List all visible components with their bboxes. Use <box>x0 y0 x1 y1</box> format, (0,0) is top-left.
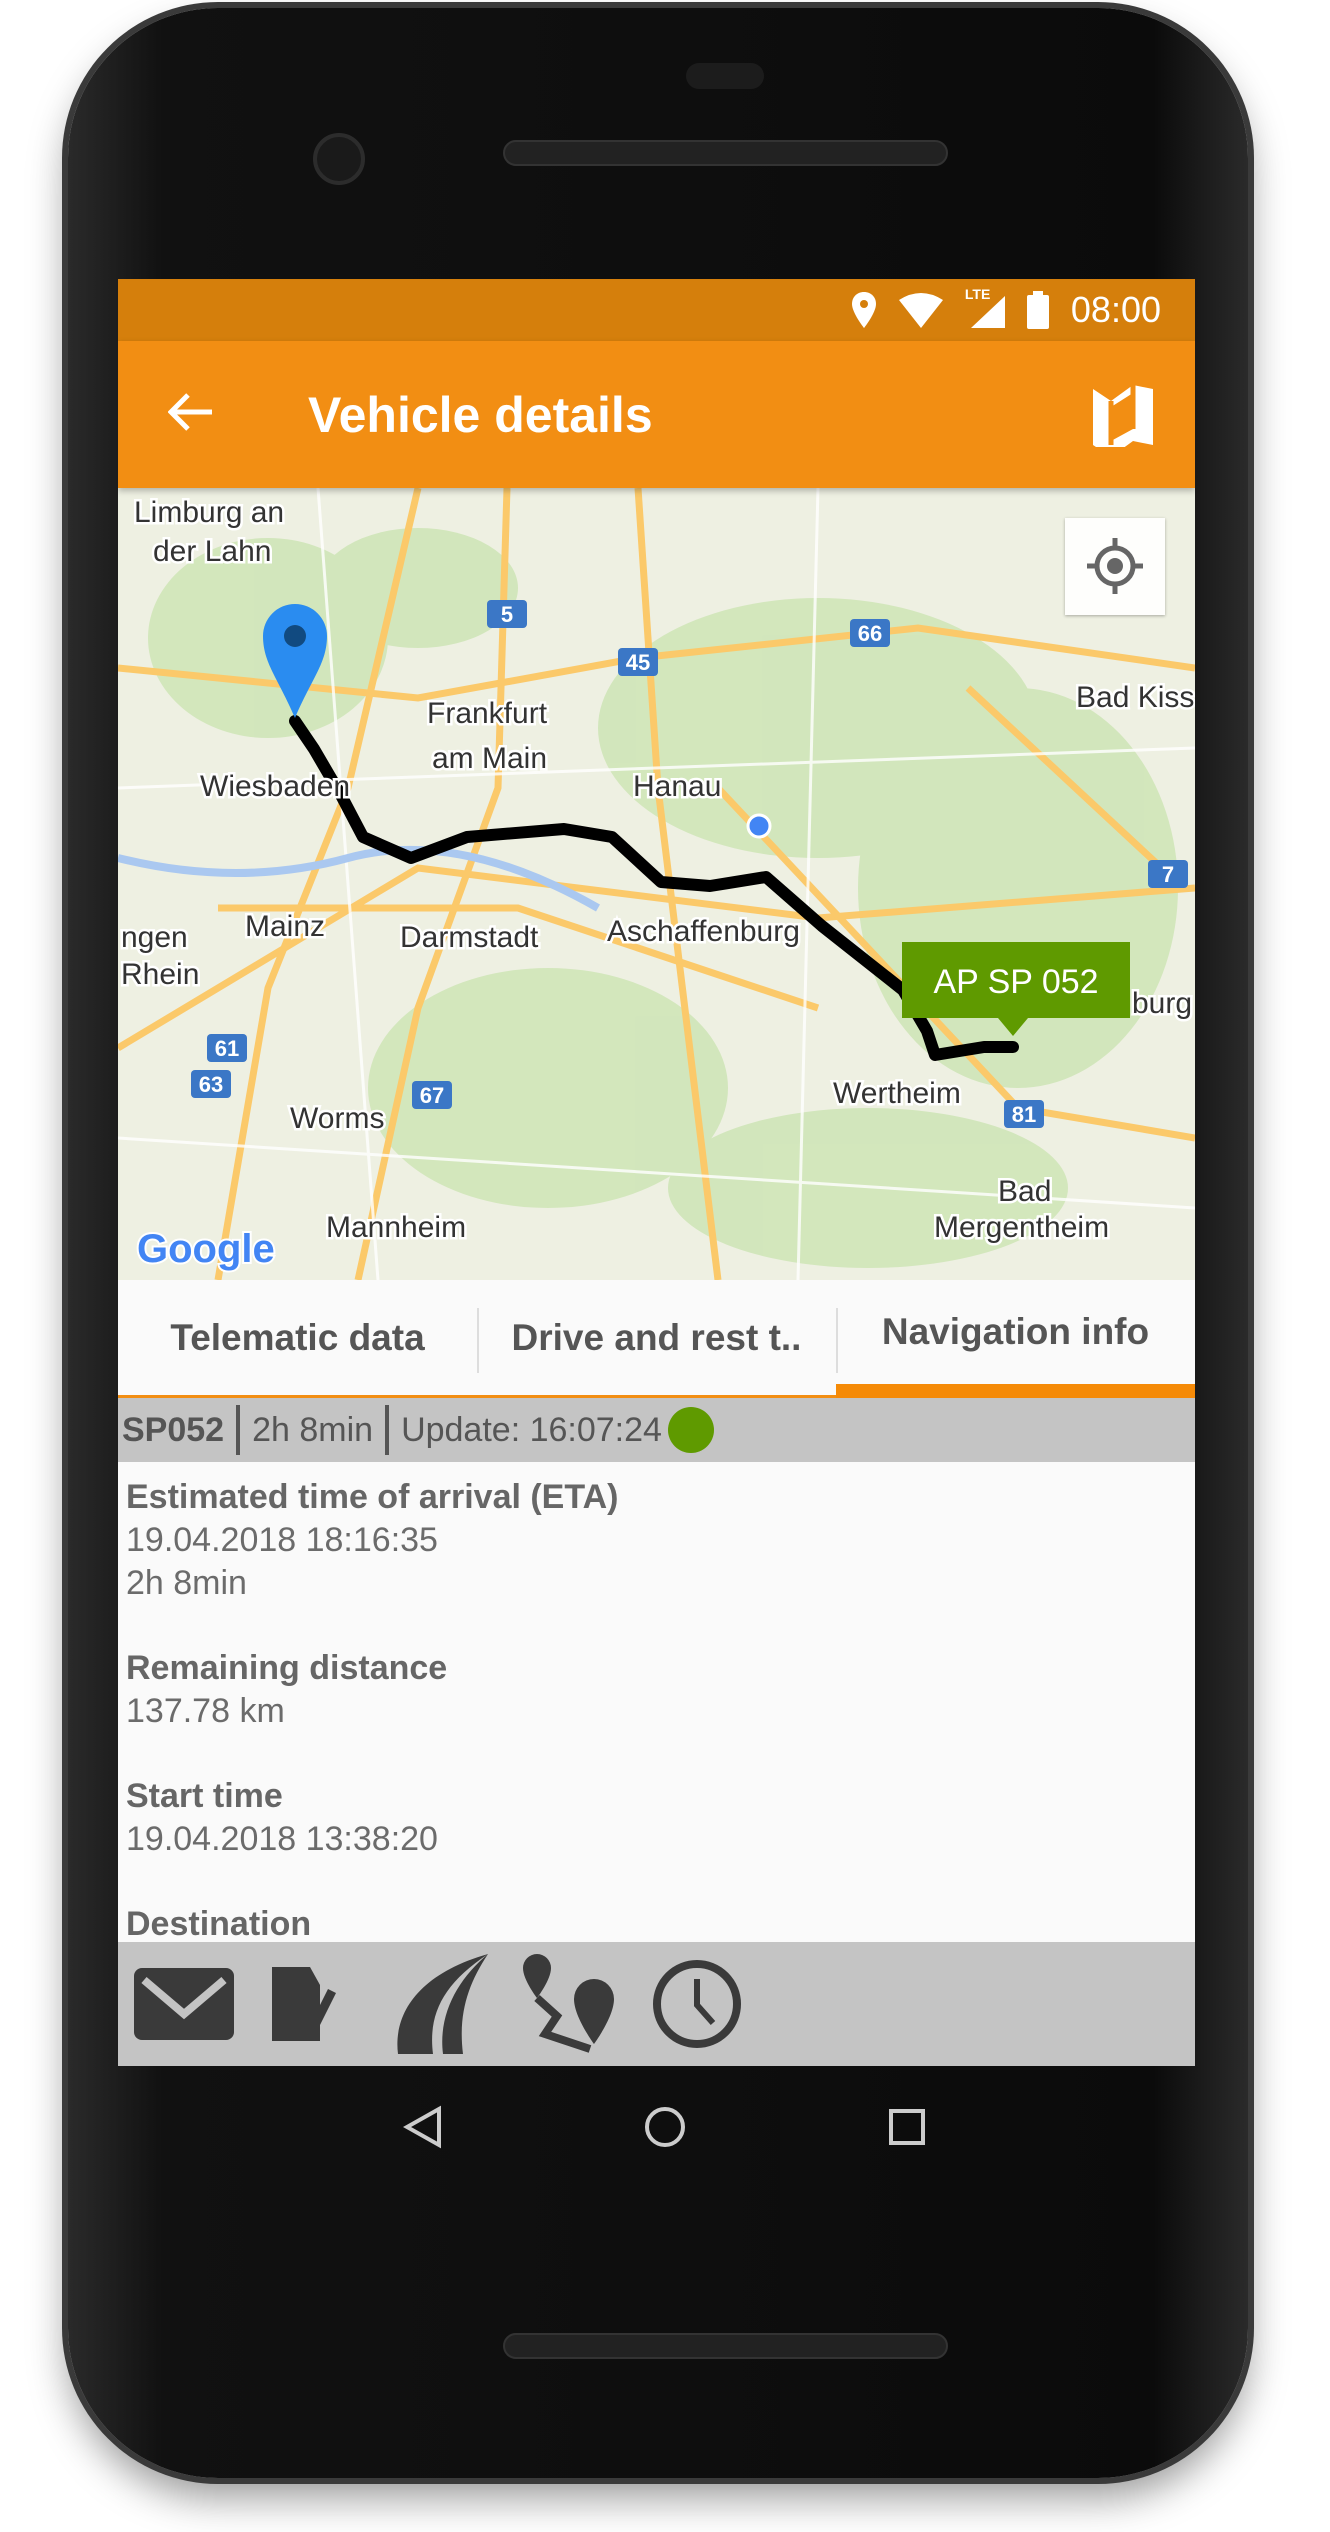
highway-shield: 67 <box>412 1081 452 1109</box>
map-label: Wertheim <box>833 1077 961 1110</box>
road-icon[interactable] <box>388 1954 488 2054</box>
highway-number: 81 <box>1012 1102 1036 1127</box>
front-camera <box>313 133 365 185</box>
status-indicator <box>667 1407 714 1453</box>
map-label: Frankfurt <box>427 697 548 730</box>
map-label: Mergentheim <box>934 1211 1109 1244</box>
highway-shield: 66 <box>850 619 890 647</box>
map-label: Limburg an <box>134 496 284 529</box>
map-label: der Lahn <box>153 535 271 568</box>
screen: LTE 08:00 Vehicle details Limburg an der… <box>118 279 1195 2066</box>
map-label: Mainz <box>245 910 325 943</box>
bottom-speaker <box>503 2333 948 2359</box>
remaining-distance-label: Remaining distance <box>126 1649 448 1687</box>
my-location-button[interactable] <box>1065 518 1165 615</box>
map-label: Darmstadt <box>400 921 539 954</box>
start-time-value: 19.04.2018 13:38:20 <box>126 1820 438 1858</box>
start-time-section: Start time 19.04.2018 13:38:20 <box>126 1775 1195 1861</box>
my-location-dot <box>746 813 772 839</box>
back-triangle-icon[interactable] <box>403 2105 443 2149</box>
top-speaker <box>503 140 948 166</box>
map-label: ngen <box>121 921 188 954</box>
destination-section: Destination <box>126 1903 1195 1942</box>
highway-shield: 7 <box>1148 860 1188 888</box>
map-icon <box>1093 385 1153 457</box>
highway-number: 5 <box>501 602 513 627</box>
eta-value: 19.04.2018 18:16:35 <box>126 1521 438 1559</box>
update-time: Update: 16:07:24 <box>401 1410 662 1449</box>
highway-number: 63 <box>199 1072 223 1097</box>
map-label: Bad <box>998 1175 1051 1208</box>
map-label: am Main <box>432 742 547 775</box>
edit-document-icon[interactable] <box>268 1967 354 2041</box>
eta-label: Estimated time of arrival (ETA) <box>126 1478 619 1516</box>
eta-duration: 2h 8min <box>126 1564 247 1602</box>
navigation-details[interactable]: Estimated time of arrival (ETA) 19.04.20… <box>118 1462 1195 1942</box>
highway-shield: 61 <box>207 1034 247 1062</box>
recents-square-icon[interactable] <box>887 2105 927 2149</box>
map-label: burg <box>1132 987 1192 1020</box>
remaining-duration: 2h 8min <box>252 1410 374 1449</box>
tab-bar: Telematic data Drive and rest t.. Naviga… <box>118 1280 1195 1398</box>
divider <box>236 1405 241 1455</box>
location-icon <box>851 292 876 328</box>
vehicle-id: SP052 <box>122 1410 225 1449</box>
highway-number: 61 <box>215 1036 239 1061</box>
arrow-left-icon <box>167 392 212 431</box>
map-label: Hanau <box>633 770 721 803</box>
battery-icon <box>1026 291 1049 329</box>
clock-time: 08:00 <box>1070 289 1161 330</box>
destination-label: Destination <box>126 1905 312 1942</box>
highway-number: 45 <box>626 650 650 675</box>
status-bar: LTE 08:00 <box>118 279 1195 341</box>
highway-number: 7 <box>1162 862 1174 887</box>
highway-shield: 45 <box>618 648 658 676</box>
map-view[interactable]: Limburg an der Lahn Frankfurt am Main Wiesba… <box>118 488 1195 1280</box>
route-icon[interactable] <box>522 1954 618 2054</box>
highway-number: 66 <box>858 621 882 646</box>
map-label: Rhein <box>121 958 199 991</box>
start-time-label: Start time <box>126 1777 283 1815</box>
highway-shield: 81 <box>1004 1100 1044 1128</box>
map-label: Wiesbaden <box>200 770 350 803</box>
back-button[interactable] <box>167 385 214 445</box>
signal-icon: LTE <box>965 286 1005 328</box>
map-label: Bad Kiss <box>1076 681 1194 714</box>
vehicle-info-bar: SP052 2h 8min Update: 16:07:24 <box>118 1398 1195 1462</box>
tab-navigation-info[interactable]: Navigation info <box>836 1280 1195 1398</box>
highway-shield: 5 <box>487 600 527 628</box>
mail-icon[interactable] <box>134 1968 234 2040</box>
app-bar: Vehicle details <box>118 341 1195 488</box>
map-label: Worms <box>290 1102 384 1135</box>
wifi-icon <box>898 293 943 328</box>
google-logo: Google <box>137 1227 275 1271</box>
remaining-distance-value: 137.78 km <box>126 1692 285 1730</box>
bottom-toolbar <box>118 1942 1195 2066</box>
remaining-distance-section: Remaining distance 137.78 km <box>126 1647 1195 1733</box>
system-nav-bar <box>0 2105 1330 2149</box>
map-button[interactable] <box>1091 383 1155 457</box>
eta-section: Estimated time of arrival (ETA) 19.04.20… <box>126 1476 1195 1605</box>
page-title: Vehicle details <box>308 386 653 443</box>
highway-shield: 63 <box>191 1070 231 1098</box>
vehicle-callout-label: AP SP 052 <box>933 963 1098 1001</box>
divider <box>385 1405 390 1455</box>
tab-telematic-data[interactable]: Telematic data <box>118 1280 477 1398</box>
map-label: Mannheim <box>326 1211 466 1244</box>
earpiece <box>686 63 764 89</box>
clock-icon[interactable] <box>652 1959 742 2049</box>
map-label: Aschaffenburg <box>607 915 800 948</box>
crosshair-icon <box>1087 538 1143 594</box>
highway-number: 67 <box>420 1083 444 1108</box>
home-circle-icon[interactable] <box>643 2105 687 2149</box>
tab-drive-and-rest[interactable]: Drive and rest t.. <box>477 1280 836 1398</box>
